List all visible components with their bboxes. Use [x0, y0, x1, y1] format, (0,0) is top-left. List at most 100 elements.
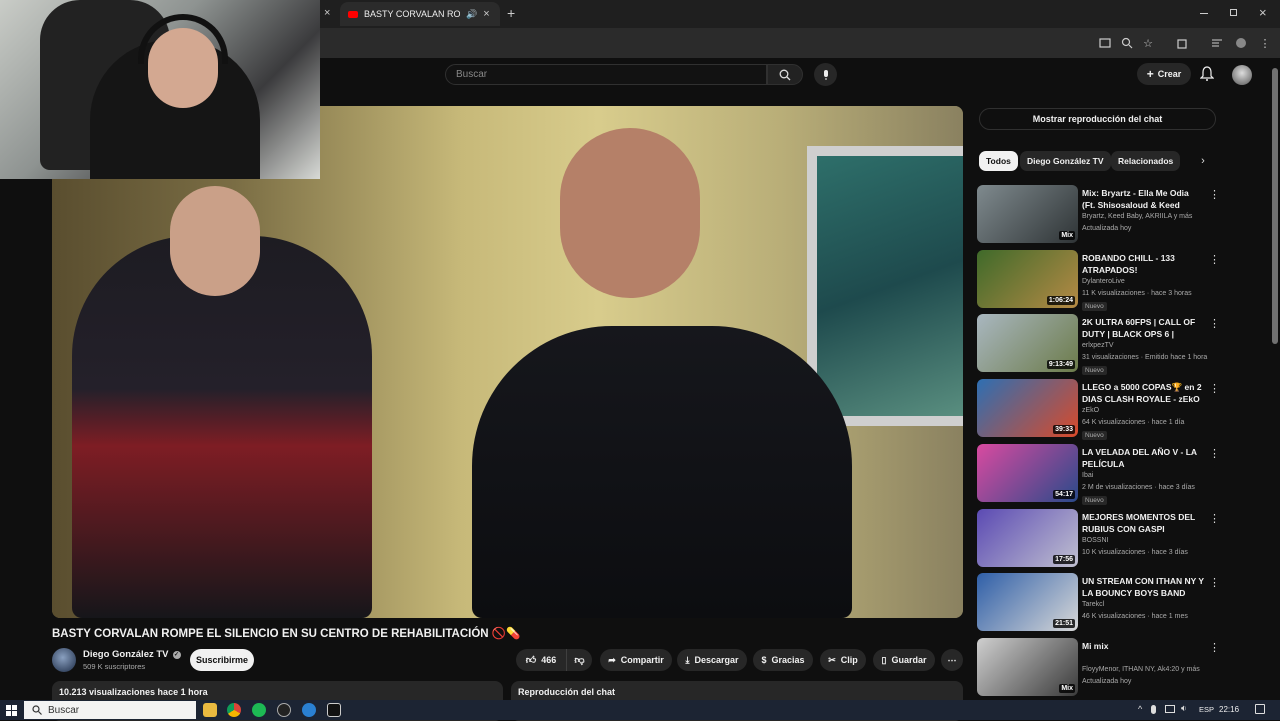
zoom-icon[interactable] — [1120, 36, 1134, 50]
more-vert-icon[interactable]: ⋮ — [1209, 318, 1220, 332]
scrollbar-thumb[interactable] — [1272, 68, 1278, 344]
recommendation-item[interactable]: 9:13:49 2K ULTRA 60FPS | CALL OF DUTY | B… — [977, 314, 1220, 375]
clip-button[interactable]: ✂ Clip — [820, 649, 866, 671]
spotify-icon[interactable] — [252, 703, 266, 717]
video-thumbnail[interactable]: 21:51 — [977, 573, 1078, 631]
search-input[interactable]: Buscar — [445, 64, 767, 85]
active-tab[interactable]: BASTY CORVALAN ROMPE 🔊 × — [340, 2, 500, 26]
more-actions-button[interactable]: ⋯ — [941, 649, 963, 671]
more-vert-icon[interactable]: ⋮ — [1209, 383, 1220, 397]
video-thumbnail[interactable]: 39:33 — [977, 379, 1078, 437]
taskbar-search[interactable]: Buscar — [24, 701, 196, 719]
recommendation-item[interactable]: 39:33 LLEGO a 5000 COPAS🏆 en 2 DIAS CLASH… — [977, 379, 1220, 440]
video-frame-face-right — [560, 128, 700, 298]
channel-avatar[interactable] — [52, 648, 76, 672]
recommendation-title[interactable]: LLEGO a 5000 COPAS🏆 en 2 DIAS CLASH ROYA… — [1082, 381, 1204, 405]
new-tab-button[interactable]: + — [507, 5, 515, 21]
cast-icon[interactable] — [1098, 36, 1112, 50]
close-icon[interactable]: × — [1259, 5, 1267, 20]
chip-all[interactable]: Todos — [979, 151, 1018, 171]
tab-close-left[interactable]: × — [324, 7, 330, 19]
extensions-icon[interactable] — [1175, 36, 1189, 50]
duration-badge: Mix — [1059, 684, 1075, 693]
recommendation-meta: 2 M de visualizaciones · hace 3 días — [1082, 484, 1195, 491]
recommendation-title[interactable]: ROBANDO CHILL - 133 ATRAPADOS! — [1082, 252, 1204, 276]
recommendation-item[interactable]: 17:56 MEJORES MOMENTOS DEL RUBIUS CON GAS… — [977, 509, 1220, 569]
recommendation-channel: FloyyMenor, ITHAN NY, Ak4:20 y más — [1082, 666, 1200, 673]
recommendation-meta: 31 visualizaciones · Emitido hace 1 hora — [1082, 354, 1208, 361]
video-player[interactable] — [52, 106, 963, 618]
video-thumbnail[interactable]: 9:13:49 — [977, 314, 1078, 372]
plus-icon: + — [1146, 67, 1154, 81]
chip-related[interactable]: Relacionados — [1111, 151, 1181, 171]
more-vert-icon[interactable]: ⋮ — [1209, 513, 1220, 527]
recommendation-item[interactable]: Mix Mi mix FloyyMenor, ITHAN NY, Ak4:20 y … — [977, 638, 1220, 698]
tray-volume-icon[interactable]: 🔉︎ — [1181, 703, 1187, 714]
language-indicator[interactable]: ESP — [1199, 705, 1214, 714]
notifications-bell-icon[interactable] — [1199, 66, 1216, 82]
save-button[interactable]: ▯ Guardar — [873, 649, 935, 671]
recommendation-item[interactable]: 21:51 UN STREAM CON ITHAN NY Y LA BOUNCY … — [977, 573, 1220, 633]
video-thumbnail[interactable]: 1:06:24 — [977, 250, 1078, 308]
minimize-icon[interactable] — [1200, 13, 1208, 14]
create-button[interactable]: + Crear — [1137, 63, 1191, 85]
recommendation-title[interactable]: Mix: Bryartz - Ella Me Odia (Ft. Shisosa… — [1082, 187, 1204, 211]
share-button[interactable]: ➦ Compartir — [600, 649, 672, 671]
speaker-icon[interactable]: 🔊 — [466, 9, 477, 20]
recommendation-title[interactable]: LA VELADA DEL AÑO V - LA PELÍCULA — [1082, 446, 1204, 470]
chevron-right-icon[interactable]: › — [1196, 154, 1210, 168]
tray-network-icon[interactable] — [1165, 705, 1175, 713]
video-thumbnail[interactable]: 17:56 — [977, 509, 1078, 567]
recommendation-title[interactable]: MEJORES MOMENTOS DEL RUBIUS CON GASPI — [1082, 511, 1204, 535]
search-button[interactable] — [767, 64, 803, 85]
windows-start-icon[interactable] — [6, 705, 17, 716]
tray-mic-icon[interactable] — [1151, 705, 1156, 714]
recommendation-title[interactable]: Mi mix — [1082, 640, 1204, 652]
media-control-icon[interactable] — [1210, 36, 1224, 50]
recommendation-item[interactable]: Mix Mix: Bryartz - Ella Me Odia (Ft. Shis… — [977, 185, 1220, 245]
recommendation-title[interactable]: 2K ULTRA 60FPS | CALL OF DUTY | BLACK OP… — [1082, 316, 1204, 340]
video-thumbnail[interactable]: Mix — [977, 638, 1078, 696]
video-frame-painting — [807, 146, 963, 426]
video-thumbnail[interactable]: 54:17 — [977, 444, 1078, 502]
voice-search-button[interactable] — [814, 63, 837, 86]
profile-icon[interactable] — [1234, 36, 1248, 50]
more-vert-icon[interactable]: ⋮ — [1209, 189, 1220, 203]
channel-name-link[interactable]: Diego González TV ✓ — [83, 649, 181, 660]
steam-icon[interactable] — [302, 703, 316, 717]
chrome-icon[interactable] — [227, 703, 241, 717]
tray-chevron-icon[interactable]: ^ — [1138, 704, 1142, 714]
video-thumbnail[interactable]: Mix — [977, 185, 1078, 243]
views-and-time: 10.213 visualizaciones hace 1 hora — [59, 687, 208, 697]
thanks-button[interactable]: $ Gracias — [753, 649, 813, 671]
recommendation-item[interactable]: 1:06:24 ROBANDO CHILL - 133 ATRAPADOS! Dyl… — [977, 250, 1220, 311]
more-vert-icon[interactable]: ⋮ — [1209, 254, 1220, 268]
obs-icon[interactable] — [277, 703, 291, 717]
more-vert-icon[interactable]: ⋮ — [1209, 642, 1220, 656]
file-explorer-icon[interactable] — [203, 703, 217, 717]
recommendation-channel: zEkO — [1082, 407, 1100, 414]
like-button[interactable]: 👍︎ 466 — [516, 649, 566, 671]
dislike-button[interactable]: 👎︎ — [566, 649, 592, 671]
system-clock[interactable]: 22:16 — [1219, 705, 1239, 714]
bookmark-star-icon[interactable]: ☆ — [1141, 36, 1155, 50]
terminal-icon[interactable] — [327, 703, 341, 717]
recommendation-title[interactable]: UN STREAM CON ITHAN NY Y LA BOUNCY BOYS … — [1082, 575, 1204, 599]
recommendation-item[interactable]: 54:17 LA VELADA DEL AÑO V - LA PELÍCULA Ib… — [977, 444, 1220, 505]
tab-close-icon[interactable]: × — [483, 8, 489, 20]
show-chat-replay-button[interactable]: Mostrar reproducción del chat — [979, 108, 1216, 130]
more-vert-icon[interactable]: ⋮ — [1209, 448, 1220, 462]
download-button[interactable]: ⤓ Descargar — [677, 649, 747, 671]
chip-channel[interactable]: Diego González TV — [1020, 151, 1111, 171]
thanks-icon: $ — [761, 655, 767, 665]
notifications-icon[interactable] — [1255, 704, 1265, 714]
subscribe-button[interactable]: Suscribirme — [190, 649, 254, 671]
scissors-icon: ✂ — [828, 654, 836, 665]
more-vert-icon[interactable]: ⋮ — [1209, 577, 1220, 591]
microphone-icon — [823, 69, 828, 80]
recommendation-channel: Bryartz, Keed Baby, AKRIILA y más — [1082, 213, 1193, 220]
user-avatar[interactable] — [1232, 65, 1252, 85]
recommendation-meta: Actualizada hoy — [1082, 225, 1132, 232]
menu-kebab-icon[interactable]: ⋮ — [1258, 36, 1272, 50]
restore-icon[interactable] — [1230, 9, 1237, 16]
